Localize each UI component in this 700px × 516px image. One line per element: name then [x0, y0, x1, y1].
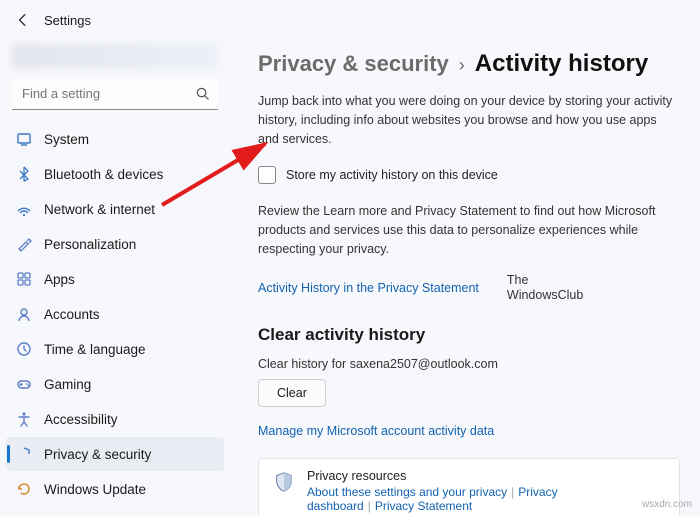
watermark: wsxdn.com — [642, 499, 692, 510]
resources-links: About these settings and your privacy|Pr… — [307, 485, 665, 513]
sidebar-item-label: Windows Update — [44, 482, 146, 497]
sidebar-item-system[interactable]: System — [6, 122, 224, 156]
apps-icon — [16, 271, 32, 287]
window-title: Settings — [44, 13, 91, 28]
store-history-checkbox[interactable] — [258, 166, 276, 184]
sidebar-item-time[interactable]: Time & language — [6, 332, 224, 366]
page-title: Activity history — [475, 50, 648, 78]
sidebar-item-label: Accounts — [44, 307, 100, 322]
update-icon — [16, 481, 32, 497]
network-icon — [16, 201, 32, 217]
breadcrumb: Privacy & security › Activity history — [258, 50, 680, 78]
clear-history-heading: Clear activity history — [258, 325, 680, 345]
sidebar-item-label: Personalization — [44, 237, 136, 252]
store-history-label: Store my activity history on this device — [286, 168, 498, 182]
chevron-right-icon: › — [459, 55, 465, 76]
user-profile-card[interactable] — [12, 44, 218, 68]
sidebar-item-gaming[interactable]: Gaming — [6, 367, 224, 401]
accessibility-icon — [16, 411, 32, 427]
back-button[interactable] — [16, 13, 30, 27]
resources-link-2[interactable]: Privacy Statement — [375, 499, 472, 513]
clear-button[interactable]: Clear — [258, 379, 326, 407]
content-pane: Privacy & security › Activity history Ju… — [230, 40, 700, 516]
privacy-icon — [16, 446, 32, 462]
sidebar-item-apps[interactable]: Apps — [6, 262, 224, 296]
titlebar: Settings — [0, 0, 700, 40]
sidebar: System Bluetooth & devices Network & inter… — [0, 40, 230, 516]
resources-title: Privacy resources — [307, 469, 665, 483]
sidebar-item-personalization[interactable]: Personalization — [6, 227, 224, 261]
back-arrow-icon — [16, 13, 30, 27]
sidebar-item-label: Network & internet — [44, 202, 155, 217]
sidebar-item-privacy[interactable]: Privacy & security — [6, 437, 224, 471]
nav-list: System Bluetooth & devices Network & inter… — [6, 122, 224, 506]
clear-history-account-label: Clear history for saxena2507@outlook.com — [258, 357, 680, 371]
sidebar-item-update[interactable]: Windows Update — [6, 472, 224, 506]
manage-account-link[interactable]: Manage my Microsoft account activity dat… — [258, 424, 494, 438]
privacy-statement-link[interactable]: Activity History in the Privacy Statemen… — [258, 281, 479, 295]
search-box[interactable] — [12, 78, 218, 110]
sidebar-item-label: Time & language — [44, 342, 146, 357]
sidebar-item-label: System — [44, 132, 89, 147]
sidebar-item-bluetooth[interactable]: Bluetooth & devices — [6, 157, 224, 191]
gaming-icon — [16, 376, 32, 392]
breadcrumb-parent[interactable]: Privacy & security — [258, 51, 449, 77]
review-text: Review the Learn more and Privacy Statem… — [258, 202, 680, 258]
shield-icon — [273, 471, 295, 493]
system-icon — [16, 131, 32, 147]
resources-link-0[interactable]: About these settings and your privacy — [307, 485, 507, 499]
personalization-icon — [16, 236, 32, 252]
privacy-resources-card: Privacy resources About these settings a… — [258, 458, 680, 516]
time-icon — [16, 341, 32, 357]
sidebar-item-accessibility[interactable]: Accessibility — [6, 402, 224, 436]
sidebar-item-label: Accessibility — [44, 412, 118, 427]
accounts-icon — [16, 306, 32, 322]
bluetooth-icon — [16, 166, 32, 182]
sidebar-item-label: Gaming — [44, 377, 91, 392]
sidebar-item-accounts[interactable]: Accounts — [6, 297, 224, 331]
brand-logo: The WindowsClub — [507, 273, 583, 303]
search-icon — [195, 86, 210, 104]
search-input[interactable] — [12, 78, 218, 110]
page-description: Jump back into what you were doing on yo… — [258, 92, 680, 148]
sidebar-item-label: Bluetooth & devices — [44, 167, 163, 182]
sidebar-item-network[interactable]: Network & internet — [6, 192, 224, 226]
sidebar-item-label: Privacy & security — [44, 447, 151, 462]
settings-window: Settings System Bluetooth & devices Networ… — [0, 0, 700, 516]
store-history-row: Store my activity history on this device — [258, 166, 680, 184]
sidebar-item-label: Apps — [44, 272, 75, 287]
